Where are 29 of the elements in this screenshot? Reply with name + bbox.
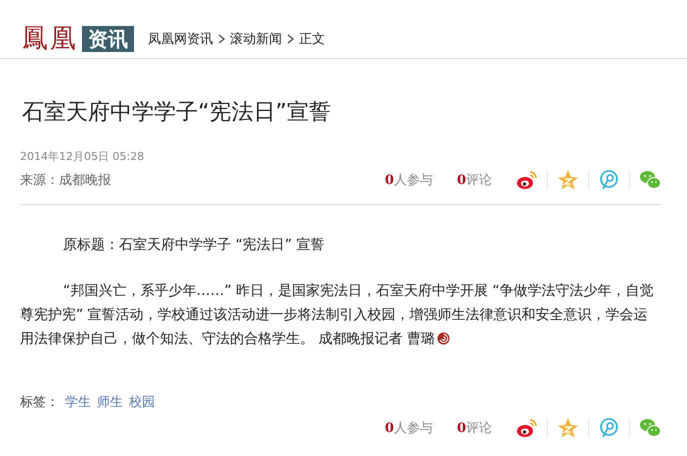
wechat-icon[interactable] xyxy=(639,169,661,191)
participants-count[interactable]: 0人参与 xyxy=(384,171,433,189)
section-badge[interactable]: 资讯 xyxy=(82,26,134,52)
source-line: 来源：成都晚报 xyxy=(20,172,111,189)
pin-share-icon[interactable] xyxy=(598,169,620,191)
article-paragraph: “邦国兴亡，系乎少年……” 昨日，是国家宪法日，石室天府中学开展 “争做学法守法少年，自觉尊宪护宪” 宣誓活动，学校通过该活动进一步将法制引入校园，增强师生法律意识和安全意识，学会运用法律保护自己，做个知法、守法的合格学生。 成都晚报记者 曹璐 xyxy=(20,282,655,349)
tag-link[interactable]: 学生 xyxy=(65,393,91,411)
breadcrumb-link[interactable]: 正文 xyxy=(299,30,325,48)
chevron-icon xyxy=(218,34,225,44)
star-share-icon[interactable] xyxy=(557,169,579,191)
breadcrumb-link[interactable]: 滚动新闻 xyxy=(230,30,282,48)
breadcrumb-link[interactable]: 凤凰网资讯 xyxy=(148,30,213,48)
pin-share-icon[interactable] xyxy=(598,417,620,439)
article-title: 石室天府中学学子“宪法日”宣誓 xyxy=(22,99,332,127)
swirl-icon xyxy=(436,332,450,345)
tag-link[interactable]: 师生 xyxy=(97,393,123,411)
tag-link[interactable]: 校园 xyxy=(129,393,155,411)
participants-count[interactable]: 0人参与 xyxy=(384,419,433,437)
comments-count[interactable]: 0评论 xyxy=(456,171,492,189)
article-paragraph: 原标题：石室天府中学学子 “宪法日” 宣誓 xyxy=(62,236,326,255)
star-share-icon[interactable] xyxy=(557,417,579,439)
chevron-icon xyxy=(287,34,294,44)
wechat-icon[interactable] xyxy=(639,417,661,439)
comments-count[interactable]: 0评论 xyxy=(456,419,492,437)
eye-share-icon[interactable] xyxy=(516,417,538,439)
eye-share-icon[interactable] xyxy=(516,169,538,191)
tags-label: 标签： xyxy=(20,394,59,411)
logo-wordmark[interactable]: 鳳凰 xyxy=(22,25,78,53)
publish-time: 2014年12月05日 05:28 xyxy=(20,149,146,164)
